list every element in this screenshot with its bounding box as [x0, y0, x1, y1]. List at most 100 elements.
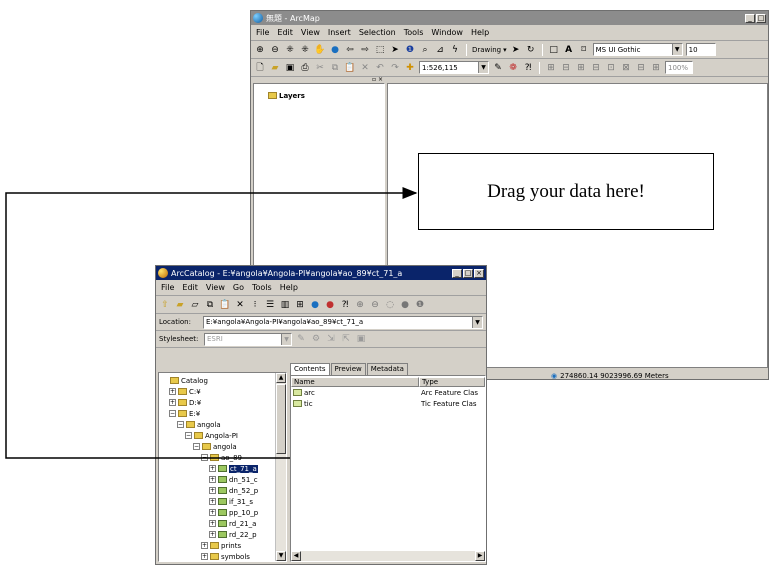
tree-item[interactable]: − Angola-PI — [161, 430, 286, 441]
maximize-icon[interactable]: □ — [756, 13, 766, 23]
tree-item[interactable]: − E:¥ — [161, 408, 286, 419]
map-scale-select[interactable]: 1:526,115 ▼ — [419, 61, 489, 74]
arccatalog-menu-view[interactable]: View — [206, 283, 225, 292]
details-view-icon[interactable]: ▥ — [279, 299, 291, 311]
layout-fixed-zoom-icon[interactable]: ⊞ — [575, 62, 587, 74]
zoom-out-icon[interactable]: ⊖ — [269, 44, 281, 56]
layout-zoom-in-icon[interactable]: ⊞ — [545, 62, 557, 74]
delete-icon[interactable]: ✕ — [359, 62, 371, 74]
expand-icon[interactable]: + — [201, 542, 208, 549]
launch-arcmap-icon[interactable]: ● — [309, 299, 321, 311]
open-icon[interactable]: ▰ — [269, 62, 281, 74]
connect-folder-icon[interactable]: ▰ — [174, 299, 186, 311]
edit-vertices-icon[interactable]: ⌑ — [578, 44, 590, 56]
zoom-in-icon[interactable]: ⊕ — [254, 44, 266, 56]
zoom-in-icon[interactable]: ⊕ — [354, 299, 366, 311]
collapse-icon[interactable]: − — [177, 421, 184, 428]
minimize-icon[interactable]: _ — [452, 268, 462, 278]
font-size-select[interactable]: 10 — [685, 43, 716, 56]
fixed-zoom-in-icon[interactable]: ⁜ — [284, 44, 296, 56]
font-name-select[interactable]: MS UI Gothic ▼ — [592, 43, 683, 56]
tree-item[interactable]: + ct_71_a — [161, 463, 286, 474]
rotate-icon[interactable]: ↻ — [525, 44, 537, 56]
arccatalog-menu-help[interactable]: Help — [280, 283, 298, 292]
text-icon[interactable]: A — [563, 44, 575, 56]
tree-item[interactable]: + rd_21_a — [161, 518, 286, 529]
expand-icon[interactable]: + — [169, 388, 176, 395]
tree-item[interactable]: + prints — [161, 540, 286, 551]
collapse-icon[interactable]: − — [201, 454, 208, 461]
copy-icon[interactable]: ⧉ — [329, 62, 341, 74]
hyperlink-icon[interactable]: ϟ — [449, 44, 461, 56]
tree-item[interactable]: + symbols — [161, 551, 286, 561]
new-icon[interactable]: 🗋 — [254, 62, 266, 74]
tab-contents[interactable]: Contents — [290, 363, 330, 375]
scroll-left-icon[interactable]: ◀ — [291, 551, 301, 561]
catalog-tree-scrollbar[interactable]: ▲ ▼ — [275, 373, 286, 561]
tab-preview[interactable]: Preview — [330, 363, 366, 375]
arcmap-menu-tools[interactable]: Tools — [404, 28, 424, 37]
import-metadata-icon[interactable]: ⇲ — [325, 333, 337, 345]
select-elements-icon[interactable]: ➤ — [510, 44, 522, 56]
layout-zoom-out-icon[interactable]: ⊟ — [560, 62, 572, 74]
stylesheet-select[interactable]: ESRI ▼ — [204, 332, 292, 346]
tree-item[interactable]: + dn_51_c — [161, 474, 286, 485]
list-item[interactable]: tic Tic Feature Clas — [291, 398, 485, 409]
catalog-tree[interactable]: Catalog + C:¥ + D:¥ − E:¥ − angola − Angola-PI − ang… — [158, 372, 287, 562]
collapse-icon[interactable]: − — [185, 432, 192, 439]
column-name-header[interactable]: Name — [291, 377, 419, 387]
full-extent-icon[interactable]: ● — [329, 44, 341, 56]
expand-icon[interactable]: + — [209, 487, 216, 494]
pan-icon[interactable]: ✋ — [314, 44, 326, 56]
toc-layers[interactable]: Layers — [268, 90, 384, 101]
whats-this-icon[interactable]: ⁈ — [522, 62, 534, 74]
tree-item[interactable]: Catalog — [161, 375, 286, 386]
whats-this-icon[interactable]: ⁈ — [339, 299, 351, 311]
arccatalog-menu-go[interactable]: Go — [233, 283, 244, 292]
edit-metadata-icon[interactable]: ✎ — [295, 333, 307, 345]
drawing-menu[interactable]: Drawing ▾ — [472, 46, 507, 54]
expand-icon[interactable]: + — [209, 520, 216, 527]
tree-item[interactable]: + rd_22_p — [161, 529, 286, 540]
identify-icon[interactable]: ❶ — [414, 299, 426, 311]
scroll-thumb[interactable] — [276, 384, 286, 454]
column-type-header[interactable]: Type — [419, 377, 485, 387]
arcmap-menu-selection[interactable]: Selection — [359, 28, 396, 37]
arcmap-menu-edit[interactable]: Edit — [277, 28, 293, 37]
measure-icon[interactable]: ⊿ — [434, 44, 446, 56]
tree-item[interactable]: + pp_10_p — [161, 507, 286, 518]
add-data-icon[interactable]: ✚ — [404, 62, 416, 74]
expand-icon[interactable]: + — [209, 465, 216, 472]
expand-icon[interactable]: + — [201, 553, 208, 560]
layout-zoom-select[interactable]: 100% — [665, 61, 693, 74]
arcmap-menu-insert[interactable]: Insert — [328, 28, 351, 37]
toc-close-icon[interactable]: ▫ × — [372, 76, 383, 83]
scroll-right-icon[interactable]: ▶ — [475, 551, 485, 561]
expand-icon[interactable]: + — [209, 476, 216, 483]
zoom-out-icon[interactable]: ⊖ — [369, 299, 381, 311]
properties-icon[interactable]: ⚙ — [310, 333, 322, 345]
arccatalog-menu-file[interactable]: File — [161, 283, 174, 292]
arccatalog-menu-edit[interactable]: Edit — [182, 283, 198, 292]
fixed-zoom-out-icon[interactable]: ⁜ — [299, 44, 311, 56]
expand-icon[interactable]: + — [209, 498, 216, 505]
arcmap-menu-view[interactable]: View — [301, 28, 320, 37]
expand-icon[interactable]: + — [169, 399, 176, 406]
redo-icon[interactable]: ↷ — [389, 62, 401, 74]
forward-icon[interactable]: ⇨ — [359, 44, 371, 56]
cut-icon[interactable]: ✂ — [314, 62, 326, 74]
export-metadata-icon[interactable]: ⇱ — [340, 333, 352, 345]
horizontal-scrollbar[interactable]: ◀ ▶ — [291, 551, 485, 561]
update-metadata-icon[interactable]: ▣ — [355, 333, 367, 345]
expand-icon[interactable]: + — [209, 531, 216, 538]
large-icons-icon[interactable]: ⁝ — [249, 299, 261, 311]
arccatalog-icon[interactable]: ❁ — [507, 62, 519, 74]
select-features-icon[interactable]: ⬚ — [374, 44, 386, 56]
layout-full-icon[interactable]: ⊠ — [620, 62, 632, 74]
tree-item[interactable]: + dn_52_p — [161, 485, 286, 496]
location-input[interactable]: E:¥angola¥Angola-PI¥angola¥ao_89¥ct_71_a… — [203, 315, 483, 329]
layout-back-icon[interactable]: ⊟ — [635, 62, 647, 74]
minimize-icon[interactable]: _ — [745, 13, 755, 23]
disconnect-folder-icon[interactable]: ▱ — [189, 299, 201, 311]
toolbox-icon[interactable]: ● — [324, 299, 336, 311]
